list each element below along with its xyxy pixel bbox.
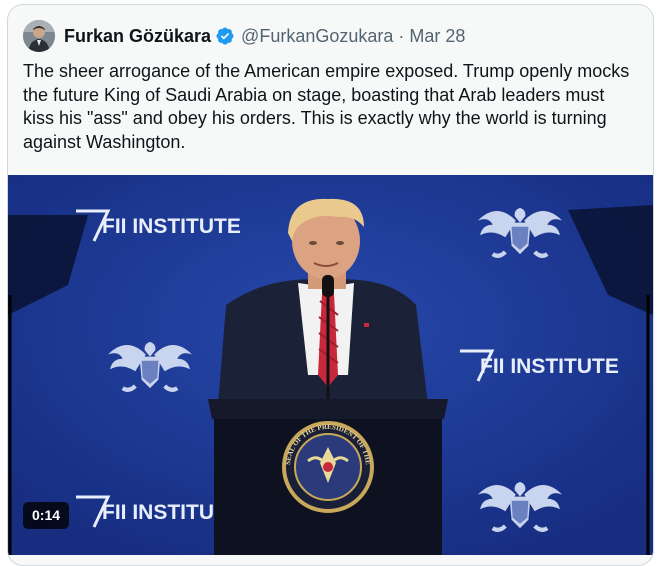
- verified-badge-icon: [216, 27, 234, 45]
- video-player[interactable]: FII INSTITUTE FII INSTITUTE FII INSTITUT…: [8, 175, 653, 555]
- author-name[interactable]: Furkan Gözükara: [64, 26, 211, 47]
- author-handle[interactable]: @FurkanGozukara: [241, 26, 393, 47]
- tweet-date[interactable]: Mar 28: [409, 26, 465, 47]
- banner-text-1: FII INSTITUTE: [102, 215, 241, 238]
- separator-dot: ·: [398, 25, 405, 46]
- video-frame: FII INSTITUTE FII INSTITUTE FII INSTITUT…: [8, 175, 653, 555]
- tweet-card[interactable]: Furkan Gözükara @FurkanGozukara · Mar 28…: [7, 4, 654, 566]
- video-duration-badge: 0:14: [23, 502, 70, 529]
- tweet-header: Furkan Gözükara @FurkanGozukara · Mar 28: [23, 20, 465, 52]
- tweet-text: The sheer arrogance of the American empi…: [23, 61, 630, 152]
- banner-text-2: FII INSTITUTE: [480, 355, 619, 378]
- avatar[interactable]: [23, 20, 55, 52]
